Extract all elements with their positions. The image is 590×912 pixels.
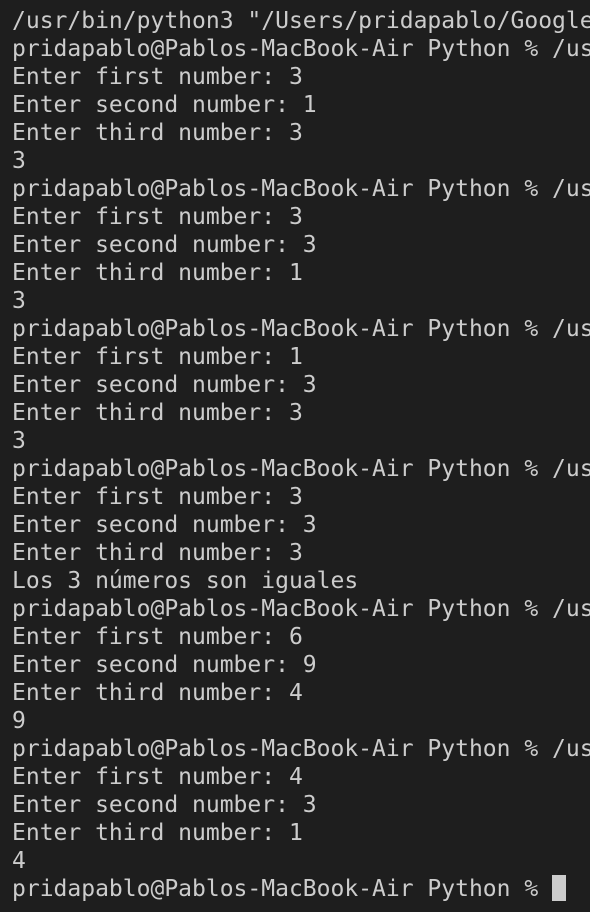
terminal-line: Enter second number: 3 (12, 512, 317, 538)
terminal-line: pridapablo@Pablos-MacBook-Air Python % /… (12, 176, 590, 202)
terminal-line: pridapablo@Pablos-MacBook-Air Python % /… (12, 596, 590, 622)
terminal-line: pridapablo@Pablos-MacBook-Air Python % /… (12, 456, 590, 482)
terminal-line: Enter first number: 3 (12, 484, 303, 510)
terminal-line: /usr/bin/python3 "/Users/pridapablo/Goog… (12, 8, 590, 34)
terminal-line: Enter first number: 3 (12, 64, 303, 90)
terminal-line: Enter second number: 3 (12, 372, 317, 398)
terminal-line: Enter third number: 1 (12, 820, 303, 846)
terminal-line: Enter second number: 1 (12, 92, 317, 118)
terminal-prompt-line[interactable]: pridapablo@Pablos-MacBook-Air Python % (0, 875, 590, 903)
terminal-line: 3 (12, 288, 26, 314)
terminal-line: pridapablo@Pablos-MacBook-Air Python % /… (12, 736, 590, 762)
terminal-line: Enter third number: 3 (12, 540, 303, 566)
terminal-line: Enter first number: 4 (12, 764, 303, 790)
terminal-line: Enter second number: 3 (12, 232, 317, 258)
terminal-line: 9 (12, 708, 26, 734)
terminal-line: Enter third number: 1 (12, 260, 303, 286)
terminal-line: 3 (12, 148, 26, 174)
terminal-line: 4 (12, 848, 26, 874)
terminal-line: 3 (12, 428, 26, 454)
terminal-line: Enter third number: 3 (12, 400, 303, 426)
terminal-line: Los 3 números son iguales (12, 568, 359, 594)
terminal-line: Enter first number: 3 (12, 204, 303, 230)
terminal-prompt: pridapablo@Pablos-MacBook-Air Python % (12, 876, 553, 902)
terminal-output[interactable]: /usr/bin/python3 "/Users/pridapablo/Goog… (0, 0, 590, 912)
terminal-line: Enter second number: 3 (12, 792, 317, 818)
terminal-line: pridapablo@Pablos-MacBook-Air Python % /… (12, 316, 590, 342)
terminal-line: Enter third number: 3 (12, 120, 303, 146)
terminal-line: Enter second number: 9 (12, 652, 317, 678)
terminal-line: Enter first number: 6 (12, 624, 303, 650)
terminal-line: Enter first number: 1 (12, 344, 303, 370)
terminal-cursor (552, 875, 567, 901)
terminal-line: pridapablo@Pablos-MacBook-Air Python % /… (12, 36, 590, 62)
terminal-line: Enter third number: 4 (12, 680, 303, 706)
